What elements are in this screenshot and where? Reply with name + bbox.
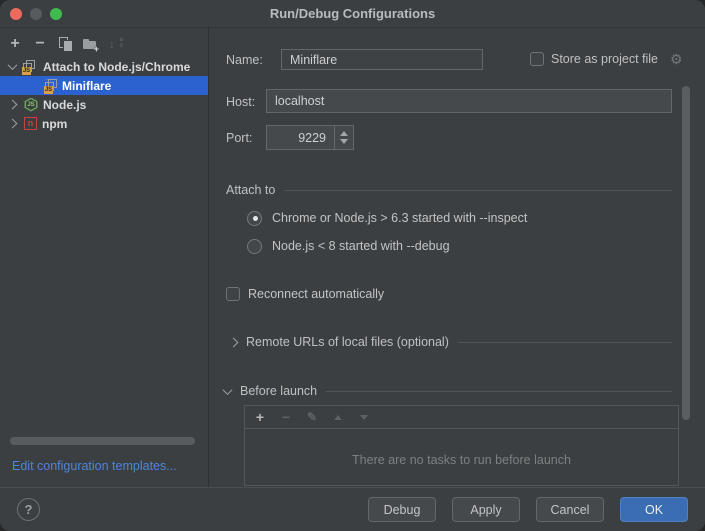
add-icon[interactable]: + [254, 410, 266, 425]
attach-to-section-header: Attach to [226, 182, 672, 198]
tree-item-label: Node.js [43, 98, 86, 112]
name-input[interactable] [281, 49, 483, 70]
debug-button[interactable]: Debug [368, 497, 436, 522]
separator-line [326, 391, 672, 392]
move-down-icon[interactable] [358, 410, 370, 425]
attach-config-icon: JS [22, 59, 38, 75]
sidebar-toolbar: + − + ↓ az [0, 31, 208, 57]
before-launch-tasks-panel: + − ✎ There are no tasks to run before l… [244, 405, 679, 486]
tree-item-miniflare[interactable]: → JS Miniflare [0, 76, 208, 95]
attach-to-title: Attach to [226, 183, 275, 197]
remote-urls-title: Remote URLs of local files (optional) [246, 335, 449, 349]
chevron-right-icon[interactable] [229, 337, 239, 347]
dialog-footer: ? Debug Apply Cancel OK [0, 487, 705, 531]
help-button[interactable]: ? [17, 498, 40, 521]
tree-item-label: Attach to Node.js/Chrome [43, 60, 190, 74]
remove-icon[interactable]: − [280, 410, 292, 425]
tree-item-label: npm [42, 117, 67, 131]
edit-configuration-templates-link[interactable]: Edit configuration templates... [12, 459, 177, 473]
before-launch-empty-text: There are no tasks to run before launch [245, 429, 678, 485]
before-launch-title: Before launch [240, 384, 317, 398]
port-stepper [266, 125, 354, 150]
separator-line [458, 342, 672, 343]
copy-icon[interactable] [58, 37, 72, 51]
before-launch-toolbar: + − ✎ [245, 406, 678, 429]
radio-unselected[interactable] [247, 239, 262, 254]
chevron-right-icon[interactable] [8, 100, 18, 110]
add-icon[interactable]: + [8, 37, 22, 52]
store-as-project-file-checkbox[interactable] [530, 52, 544, 66]
remove-icon[interactable]: − [33, 37, 47, 52]
host-input[interactable] [266, 89, 672, 113]
tree-item-label: Miniflare [62, 79, 111, 93]
reconnect-automatically-row[interactable]: Reconnect automatically [226, 287, 384, 301]
new-folder-icon[interactable]: + [83, 37, 98, 51]
sidebar-horizontal-scrollbar[interactable] [10, 437, 195, 445]
configurations-sidebar: + − + ↓ az JS Attach to Node.js/Chrome → [0, 28, 209, 487]
name-label: Name: [226, 53, 263, 67]
attach-option-inspect[interactable]: Chrome or Node.js > 6.3 started with --i… [247, 210, 527, 226]
chevron-down-icon[interactable] [8, 60, 18, 70]
host-label: Host: [226, 95, 255, 109]
window-title: Run/Debug Configurations [0, 0, 705, 28]
port-spinner[interactable] [334, 126, 353, 149]
reconnect-automatically-checkbox[interactable] [226, 287, 240, 301]
sort-alphabetically-icon[interactable]: ↓ az [109, 37, 123, 52]
spinner-down-icon[interactable] [340, 139, 348, 144]
footer-buttons: Debug Apply Cancel OK [368, 497, 688, 522]
spinner-up-icon[interactable] [340, 131, 348, 136]
ok-button[interactable]: OK [620, 497, 688, 522]
apply-button[interactable]: Apply [452, 497, 520, 522]
move-up-icon[interactable] [332, 410, 344, 425]
nodejs-icon: JS [24, 98, 38, 112]
npm-icon: n [24, 117, 37, 130]
store-as-project-file-label: Store as project file [551, 52, 658, 66]
folder-plus-badge: + [94, 44, 99, 54]
edit-icon[interactable]: ✎ [306, 410, 318, 425]
store-as-project-file-row: Store as project file ⚙ [530, 52, 683, 66]
gear-icon[interactable]: ⚙ [670, 52, 683, 66]
remote-urls-section-header[interactable]: Remote URLs of local files (optional) [230, 334, 672, 350]
chevron-down-icon[interactable] [223, 385, 233, 395]
attach-config-icon: → JS [44, 78, 60, 94]
port-label: Port: [226, 131, 252, 145]
before-launch-section-header[interactable]: Before launch [224, 383, 672, 399]
vertical-scrollbar[interactable] [682, 86, 690, 420]
attach-option-debug[interactable]: Node.js < 8 started with --debug [247, 238, 450, 254]
title-bar: Run/Debug Configurations [0, 0, 705, 28]
radio-selected[interactable] [247, 211, 262, 226]
cancel-button[interactable]: Cancel [536, 497, 604, 522]
separator-line [284, 190, 672, 191]
port-input[interactable] [267, 126, 334, 149]
configurations-tree: JS Attach to Node.js/Chrome → JS Minifla… [0, 57, 208, 133]
chevron-right-icon[interactable] [8, 119, 18, 129]
run-debug-configurations-dialog: Run/Debug Configurations + − + ↓ az JS A… [0, 0, 705, 531]
tree-item-nodejs[interactable]: JS Node.js [0, 95, 208, 114]
configuration-form: Name: Store as project file ⚙ Host: Port… [210, 28, 705, 487]
tree-item-npm[interactable]: n npm [0, 114, 208, 133]
tree-item-attach-group[interactable]: JS Attach to Node.js/Chrome [0, 57, 208, 76]
